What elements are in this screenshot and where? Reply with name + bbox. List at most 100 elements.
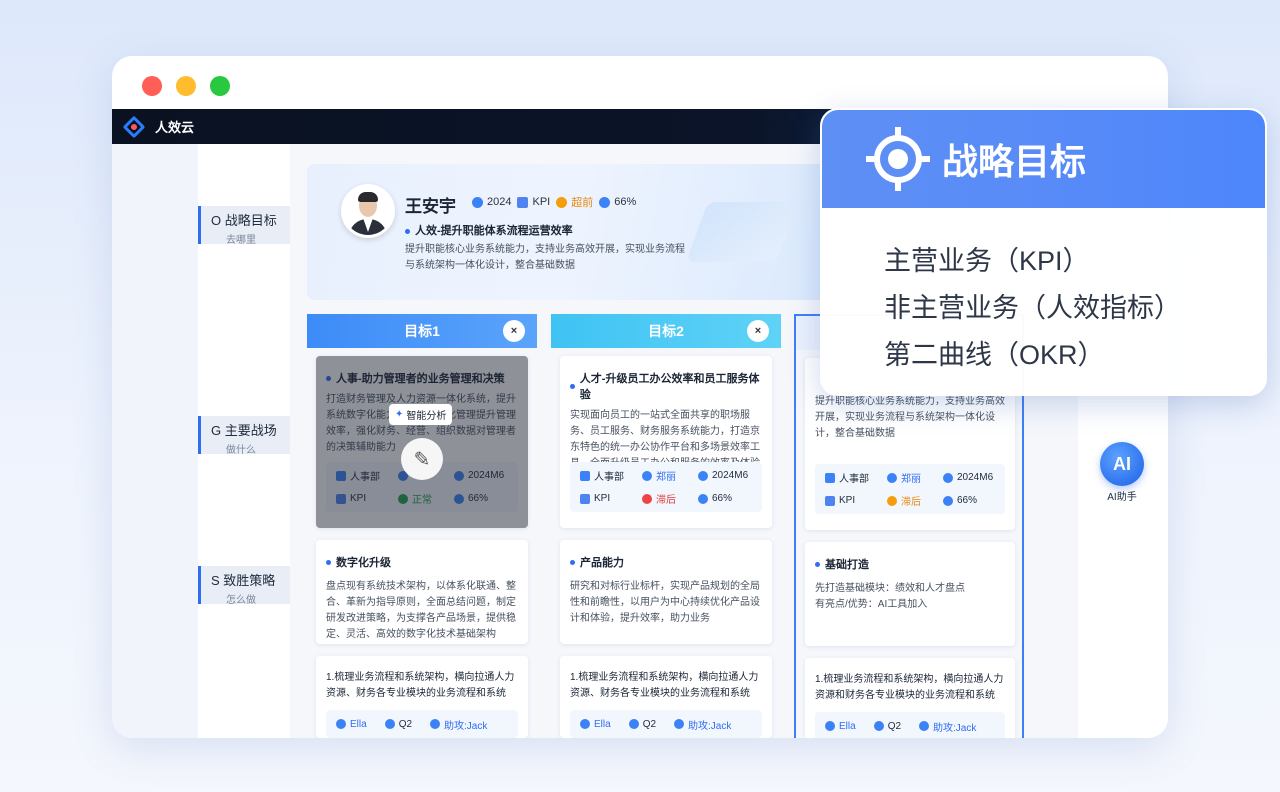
popup-title: 战略目标	[942, 141, 1087, 182]
goal-column-title: 目标1	[404, 323, 440, 339]
task-card-footer: Ella Q2 助攻:Jack	[815, 712, 1005, 738]
strategy-card-title: 基础打造	[815, 556, 1005, 572]
kpi-icon	[517, 196, 529, 208]
goal-column-1: 目标1 × 人事-助力管理者的业务管理和决策 打造财务管理及人力资源一体化系统，…	[307, 314, 537, 738]
kpi-icon	[825, 495, 835, 506]
org-icon	[580, 470, 590, 481]
date: 2024M6	[957, 472, 994, 483]
nav-item-goals[interactable]: G 主要战场 做什么	[198, 416, 290, 456]
nav-item-label: G 主要战场	[211, 423, 277, 438]
ai-assistant-label: AI助手	[1107, 492, 1137, 503]
popup-item: 主营业务（KPI）	[884, 246, 1090, 276]
profile-name: 王安宇	[405, 197, 456, 216]
brand-name: 人效云	[155, 120, 195, 135]
nav-item-label: S 致胜策略	[211, 573, 276, 588]
nav-item-label: O 战略目标	[211, 213, 277, 228]
state: 滞后	[656, 495, 676, 506]
goal-card-meta: 人事部 郑丽 2024M6 KPI 滞后 66%	[570, 462, 762, 512]
strategic-goal-popup: 战略目标 主营业务（KPI） 非主营业务（人效指标） 第二曲线（OKR）	[820, 108, 1267, 396]
logo-icon	[122, 115, 146, 139]
goal-column-header: 目标1 ×	[307, 314, 537, 348]
strategy-card-desc: 研究和对标行业标杆，实现产品规划的全局性和前瞻性，以用户为中心持续优化产品设计和…	[570, 581, 760, 624]
status-icon	[887, 495, 897, 506]
profile-chips: 2024 KPI 超前 66%	[472, 194, 636, 210]
task-owner: Ella	[594, 718, 611, 730]
progress-icon	[599, 196, 611, 208]
task-card[interactable]: 1.梳理业务流程和系统架构，横向拉通人力资源、财务各专业模块的业务流程和系统 E…	[316, 656, 528, 738]
task-assist: 助攻:Jack	[933, 722, 977, 734]
strategy-card-title: 数字化升级	[326, 554, 518, 570]
dept: 人事部	[594, 472, 624, 483]
task-card-desc: 1.梳理业务流程和系统架构，横向拉通人力资源和财务各专业模块的业务流程和系统	[815, 674, 1004, 701]
popup-item: 非主营业务（人效指标）	[884, 293, 1181, 323]
date: 2024M6	[712, 470, 749, 481]
close-window-button[interactable]	[142, 76, 162, 96]
kpi: KPI	[594, 493, 611, 504]
edit-icon[interactable]: ✎	[401, 438, 443, 480]
goal-card-title: 人才-升级员工办公效率和员工服务体验	[570, 370, 762, 402]
year-value: 2024	[487, 196, 512, 208]
minimize-window-button[interactable]	[176, 76, 196, 96]
close-icon[interactable]: ×	[503, 320, 525, 342]
popup-header: 战略目标	[822, 110, 1265, 208]
person-icon	[336, 719, 346, 729]
task-assist: 助攻:Jack	[444, 720, 488, 732]
strategy-card-title: 产品能力	[570, 554, 762, 570]
task-owner: Ella	[839, 720, 856, 732]
owner: 郑丽	[656, 472, 676, 483]
decoration-graphic	[686, 202, 798, 262]
task-card[interactable]: 1.梳理业务流程和系统架构，横向拉通人力资源、财务各专业模块的业务流程和系统 E…	[560, 656, 772, 738]
sparkle-icon: ✦	[395, 409, 404, 420]
goal-column-header: 目标2 ×	[551, 314, 781, 348]
kpi-label: KPI	[532, 196, 551, 208]
task-owner: Ella	[350, 718, 367, 730]
popup-item: 第二曲线（OKR）	[884, 340, 1105, 370]
strategy-card[interactable]: 基础打造 先打造基础模块：绩效和人才盘点 有亮点/优势：AI工具加入	[805, 542, 1015, 646]
person-icon	[430, 719, 441, 729]
task-card-footer: Ella Q2 助攻:Jack	[570, 710, 762, 738]
clock-icon	[384, 719, 395, 729]
org-icon	[825, 472, 835, 483]
pct: 66%	[712, 493, 733, 504]
goal-card[interactable]: 人才-升级员工办公效率和员工服务体验 实现面向员工的一站式全面共享的职场服务、员…	[560, 356, 772, 528]
strategy-card[interactable]: 产品能力 研究和对标行业标杆，实现产品规划的全局性和前瞻性，以用户为中心持续优化…	[560, 540, 772, 644]
person-icon	[919, 721, 930, 731]
popup-list: 主营业务（KPI） 非主营业务（人效指标） 第二曲线（OKR）	[822, 208, 1265, 379]
status-icon	[642, 493, 652, 504]
task-quarter: Q2	[398, 718, 413, 730]
goal-column-title: 目标2	[648, 323, 684, 339]
clock-icon	[698, 470, 708, 481]
nav-item-sub: 怎么做	[226, 595, 256, 606]
task-card[interactable]: 1.梳理业务流程和系统架构，横向拉通人力资源和财务各专业模块的业务流程和系统 E…	[805, 658, 1015, 738]
ai-assistant-icon[interactable]: AI	[1100, 442, 1144, 486]
person-icon	[580, 719, 590, 729]
goal-card-meta: 人事部 郑丽 2024M6 KPI 滞后 66%	[815, 464, 1005, 514]
avatar	[341, 184, 395, 238]
person-icon	[825, 721, 835, 731]
nav-item-strategy[interactable]: S 致胜策略 怎么做	[198, 566, 290, 606]
close-icon[interactable]: ×	[747, 320, 769, 342]
progress-icon	[698, 493, 708, 504]
target-icon	[866, 127, 930, 191]
profile-goal-desc: 提升职能核心业务系统能力，支持业务高效开展，实现业务流程与系统架构一体化设计，整…	[405, 244, 685, 271]
strategy-card[interactable]: 数字化升级 盘点现有系统技术架构，以体系化联通、整合、革新为指导原则，全面总结问…	[316, 540, 528, 644]
task-assist: 助攻:Jack	[688, 720, 732, 732]
kpi: KPI	[839, 495, 856, 506]
status-badge: 超前	[571, 197, 594, 209]
window-controls	[142, 76, 230, 96]
person-icon	[887, 472, 897, 483]
progress-value: 66%	[614, 196, 637, 208]
goal-card[interactable]: 人事-助力管理者的业务管理和决策 打造财务管理及人力资源一体化系统，提升系统数字…	[316, 356, 528, 528]
smart-analysis-label: 智能分析	[406, 411, 447, 422]
task-quarter: Q2	[887, 720, 902, 732]
goal-column-2: 目标2 × 人才-升级员工办公效率和员工服务体验 实现面向员工的一站式全面共享的…	[551, 314, 781, 738]
clock-icon	[472, 196, 483, 208]
maximize-window-button[interactable]	[210, 76, 230, 96]
smart-analysis-button[interactable]: ✦ 智能分析	[389, 404, 453, 425]
nav-item-objective[interactable]: O 战略目标 去哪里	[198, 206, 290, 246]
progress-icon	[943, 495, 953, 506]
nav-item-sub: 做什么	[226, 445, 256, 456]
left-sidebar	[112, 144, 198, 738]
nav-item-sub: 去哪里	[226, 235, 256, 246]
profile-goal-title: 人效-提升职能体系流程运营效率	[405, 222, 573, 238]
